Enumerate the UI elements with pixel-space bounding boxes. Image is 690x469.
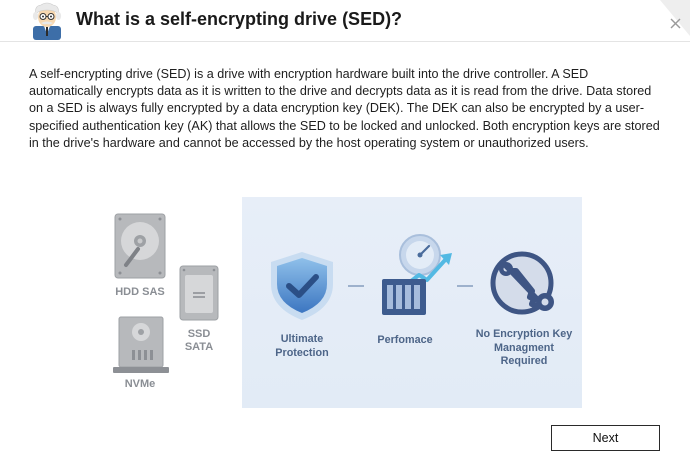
no-key-label-line1: No Encryption Key <box>475 328 573 340</box>
performance-gauge-icon <box>382 234 452 315</box>
protection-label-line1: Ultimate <box>280 333 324 345</box>
close-icon <box>660 0 690 36</box>
nvme-label: NVMe <box>124 378 156 390</box>
protection-label: Ultimate Protection <box>262 333 342 360</box>
next-button[interactable]: Next <box>551 425 660 451</box>
no-key-icon <box>490 251 554 315</box>
no-key-label: No Encryption Key Managment Required <box>470 328 578 369</box>
protection-label-line2: Protection <box>275 346 329 359</box>
hdd-sas-label: HDD SAS <box>115 286 165 298</box>
dialog-title: What is a self-encrypting drive (SED)? <box>76 9 403 29</box>
ssd-label-line2: SATA <box>184 341 214 353</box>
sed-description: A self-encrypting drive (SED) is a drive… <box>29 67 660 150</box>
nvme-drive-icon <box>113 316 169 373</box>
assistant-avatar-icon <box>32 2 62 40</box>
close-button[interactable] <box>650 0 690 42</box>
hdd-drive-icon <box>114 213 166 279</box>
dialog-header: What is a self-encrypting drive (SED)? <box>0 0 690 42</box>
no-key-label-line3: Required <box>500 355 548 367</box>
shield-check-icon <box>271 252 333 320</box>
connector-dash-2 <box>457 285 473 287</box>
connector-dash <box>348 285 364 287</box>
features-panel: Ultimate Protection Perfomace No Encrypt… <box>242 197 582 408</box>
ssd-label-line1: SSD <box>187 328 211 340</box>
ssd-sata-label: SSD SATA <box>178 328 220 354</box>
ssd-drive-icon <box>179 265 219 321</box>
no-key-label-line2: Managment <box>494 341 554 354</box>
performance-label: Perfomace <box>377 334 433 346</box>
